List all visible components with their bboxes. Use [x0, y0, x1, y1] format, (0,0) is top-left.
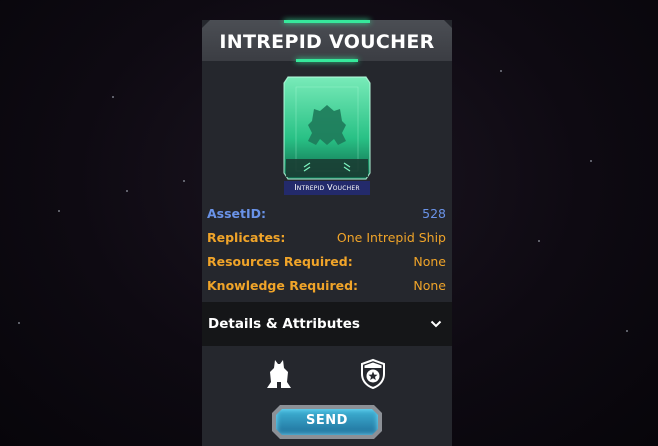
background-star	[183, 180, 185, 182]
background-star	[590, 160, 592, 162]
chevron-down-icon	[430, 320, 442, 328]
field-replicates: Replicates: One Intrepid Ship	[207, 230, 446, 248]
card-title: INTREPID VOUCHER	[219, 31, 435, 53]
background-star	[126, 190, 128, 192]
header-glow-bottom	[296, 59, 358, 62]
field-value: One Intrepid Ship	[336, 230, 446, 245]
ship-icon[interactable]	[266, 358, 292, 390]
background-star	[18, 322, 20, 324]
voucher-image-label: Intrepid Voucher	[284, 181, 370, 195]
details-label: Details & Attributes	[208, 316, 360, 332]
field-value: None	[413, 254, 446, 269]
header-glow-top	[284, 20, 370, 23]
background-star	[112, 96, 114, 98]
field-label: Replicates:	[207, 230, 286, 245]
background-star	[626, 330, 628, 332]
field-value: None	[413, 278, 446, 293]
field-value: 528	[422, 206, 446, 221]
background-star	[500, 70, 502, 72]
field-label: AssetID:	[207, 206, 267, 221]
field-knowledge-required: Knowledge Required: None	[207, 278, 446, 296]
voucher-card: INTREPID VOUCHER Intrepid Voucher AssetI…	[202, 20, 452, 446]
background-star	[538, 240, 540, 242]
voucher-image	[283, 76, 371, 180]
field-label: Knowledge Required:	[207, 278, 359, 293]
send-button-label: SEND	[306, 413, 348, 428]
shield-star-icon[interactable]	[360, 358, 386, 390]
send-button[interactable]: SEND	[272, 405, 382, 439]
field-asset-id: AssetID: 528	[207, 206, 446, 224]
field-resources-required: Resources Required: None	[207, 254, 446, 272]
field-label: Resources Required:	[207, 254, 353, 269]
details-attributes-toggle[interactable]: Details & Attributes	[202, 302, 452, 346]
background-star	[58, 210, 60, 212]
